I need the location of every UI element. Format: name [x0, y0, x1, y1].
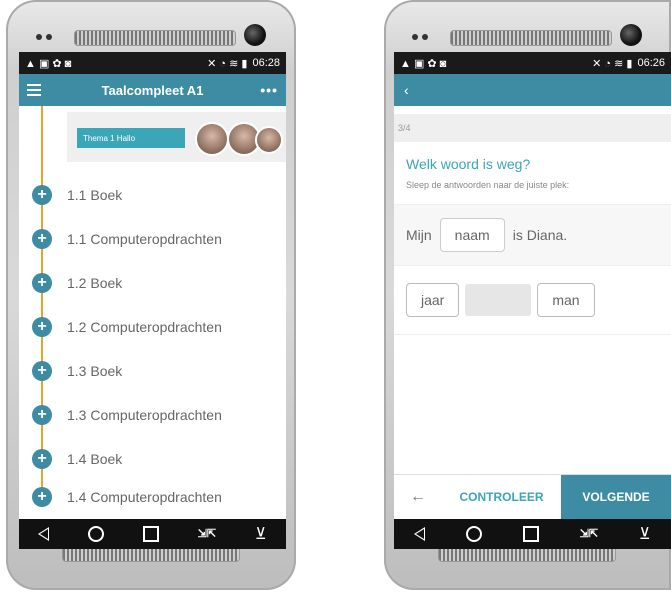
- progress-indicator: 3/4: [394, 114, 671, 142]
- earpiece-speaker: [450, 30, 612, 46]
- app-bar: Taalcompleet A1 •••: [19, 74, 286, 106]
- expand-plus-icon[interactable]: +: [32, 361, 52, 381]
- list-item-label: 1.2 Boek: [67, 275, 123, 291]
- status-icons: ✕ ◔ ≋ ▮: [207, 57, 248, 70]
- back-arrow-icon[interactable]: ‹: [404, 82, 409, 98]
- left-phone-frame: ▲ ▣ ✿ ◙ ✕ ◔ ≋ ▮ 06:28 Taalcompleet A1 ••…: [6, 0, 296, 590]
- hide-keyboard-icon[interactable]: ⊻: [639, 524, 651, 544]
- android-nav-bar: ⇲⇱ ⊻: [19, 519, 286, 549]
- expand-plus-icon[interactable]: +: [32, 273, 52, 293]
- chapter-list: Thema 1 Hallo + 1.1 Boek + 1.1 Computero…: [19, 106, 286, 507]
- list-item-label: 1.4 Computeropdrachten: [67, 489, 222, 505]
- next-button[interactable]: VOLGENDE: [561, 475, 671, 519]
- theme-tag: Thema 1 Hallo: [77, 128, 185, 148]
- collapse-icon[interactable]: ⇲⇱: [580, 529, 598, 540]
- clock: 06:28: [252, 57, 280, 69]
- check-button[interactable]: CONTROLEER: [442, 475, 561, 519]
- answer-bank: jaar man: [394, 266, 671, 335]
- sentence-area: Mijn naam is Diana.: [394, 204, 671, 266]
- answer-chip[interactable]: jaar: [406, 283, 460, 317]
- home-icon[interactable]: [466, 526, 483, 542]
- list-item[interactable]: + 1.4 Computeropdrachten: [19, 482, 286, 512]
- list-item-label: 1.3 Computeropdrachten: [67, 407, 222, 423]
- app-title: Taalcompleet A1: [101, 82, 204, 98]
- back-icon[interactable]: [38, 527, 50, 541]
- sentence-start: Mijn: [406, 227, 432, 243]
- question-title: Welk woord is weg?: [406, 156, 531, 172]
- expand-plus-icon[interactable]: +: [32, 405, 52, 425]
- list-item[interactable]: + 1.2 Boek: [19, 268, 286, 298]
- hide-keyboard-icon[interactable]: ⊻: [255, 524, 267, 544]
- recent-apps-icon[interactable]: [522, 526, 539, 542]
- list-item-label: 1.2 Computeropdrachten: [67, 319, 222, 335]
- left-screen: ▲ ▣ ✿ ◙ ✕ ◔ ≋ ▮ 06:28 Taalcompleet A1 ••…: [19, 52, 286, 549]
- notification-icons: ▲ ▣ ✿ ◙: [400, 57, 447, 70]
- back-icon[interactable]: [414, 527, 426, 541]
- notification-icons: ▲ ▣ ✿ ◙: [25, 57, 72, 70]
- theme-banner[interactable]: Thema 1 Hallo: [67, 112, 286, 162]
- drop-slot[interactable]: naam: [439, 218, 505, 252]
- theme-photo-3: [255, 126, 283, 154]
- empty-answer-slot: [465, 284, 532, 316]
- exercise-footer: ← CONTROLEER VOLGENDE: [394, 474, 671, 519]
- sensor-dots: [36, 34, 52, 40]
- earpiece-speaker: [74, 30, 236, 46]
- expand-plus-icon[interactable]: +: [32, 185, 52, 205]
- list-item[interactable]: + 1.3 Boek: [19, 356, 286, 386]
- sentence-end: is Diana.: [512, 227, 568, 243]
- list-item[interactable]: + 1.1 Boek: [19, 180, 286, 210]
- question-instruction: Sleep de antwoorden naar de juiste plek:: [406, 180, 570, 190]
- status-bar: ▲ ▣ ✿ ◙ ✕ ◔ ≋ ▮ 06:26: [394, 52, 671, 74]
- android-nav-bar: ⇲⇱ ⊻: [394, 519, 671, 549]
- front-camera: [244, 24, 266, 46]
- hamburger-menu-icon[interactable]: [27, 84, 41, 96]
- list-item-label: 1.1 Computeropdrachten: [67, 231, 222, 247]
- expand-plus-icon[interactable]: +: [32, 317, 52, 337]
- expand-plus-icon[interactable]: +: [32, 449, 52, 469]
- right-phone-frame: ▲ ▣ ✿ ◙ ✕ ◔ ≋ ▮ 06:26 ‹ 3/4 Welk woord i…: [384, 0, 671, 590]
- more-options-icon[interactable]: •••: [260, 82, 278, 98]
- sensor-dots: [412, 34, 428, 40]
- list-item-label: 1.3 Boek: [67, 363, 123, 379]
- app-bar: ‹: [394, 74, 671, 106]
- list-item[interactable]: + 1.2 Computeropdrachten: [19, 312, 286, 342]
- status-icons: ✕ ◔ ≋ ▮: [592, 57, 633, 70]
- right-screen: ▲ ▣ ✿ ◙ ✕ ◔ ≋ ▮ 06:26 ‹ 3/4 Welk woord i…: [394, 52, 671, 549]
- theme-photo-1: [195, 122, 229, 156]
- home-icon[interactable]: [88, 526, 105, 542]
- answer-chip[interactable]: man: [537, 283, 595, 317]
- list-item[interactable]: + 1.1 Computeropdrachten: [19, 224, 286, 254]
- previous-arrow-icon[interactable]: ←: [394, 475, 442, 519]
- clock: 06:26: [637, 57, 665, 69]
- collapse-icon[interactable]: ⇲⇱: [198, 529, 216, 540]
- expand-plus-icon[interactable]: +: [32, 487, 52, 507]
- recent-apps-icon[interactable]: [142, 526, 159, 542]
- system-icons: ✕ ◔ ≋ ▮ 06:26: [592, 57, 665, 70]
- front-camera: [620, 24, 642, 46]
- list-item[interactable]: + 1.3 Computeropdrachten: [19, 400, 286, 430]
- list-item-label: 1.4 Boek: [67, 451, 123, 467]
- timeline-line: [41, 106, 43, 496]
- expand-plus-icon[interactable]: +: [32, 229, 52, 249]
- system-icons: ✕ ◔ ≋ ▮ 06:28: [207, 57, 280, 70]
- list-item[interactable]: + 1.4 Boek: [19, 444, 286, 474]
- list-item-label: 1.1 Boek: [67, 187, 123, 203]
- status-bar: ▲ ▣ ✿ ◙ ✕ ◔ ≋ ▮ 06:28: [19, 52, 286, 74]
